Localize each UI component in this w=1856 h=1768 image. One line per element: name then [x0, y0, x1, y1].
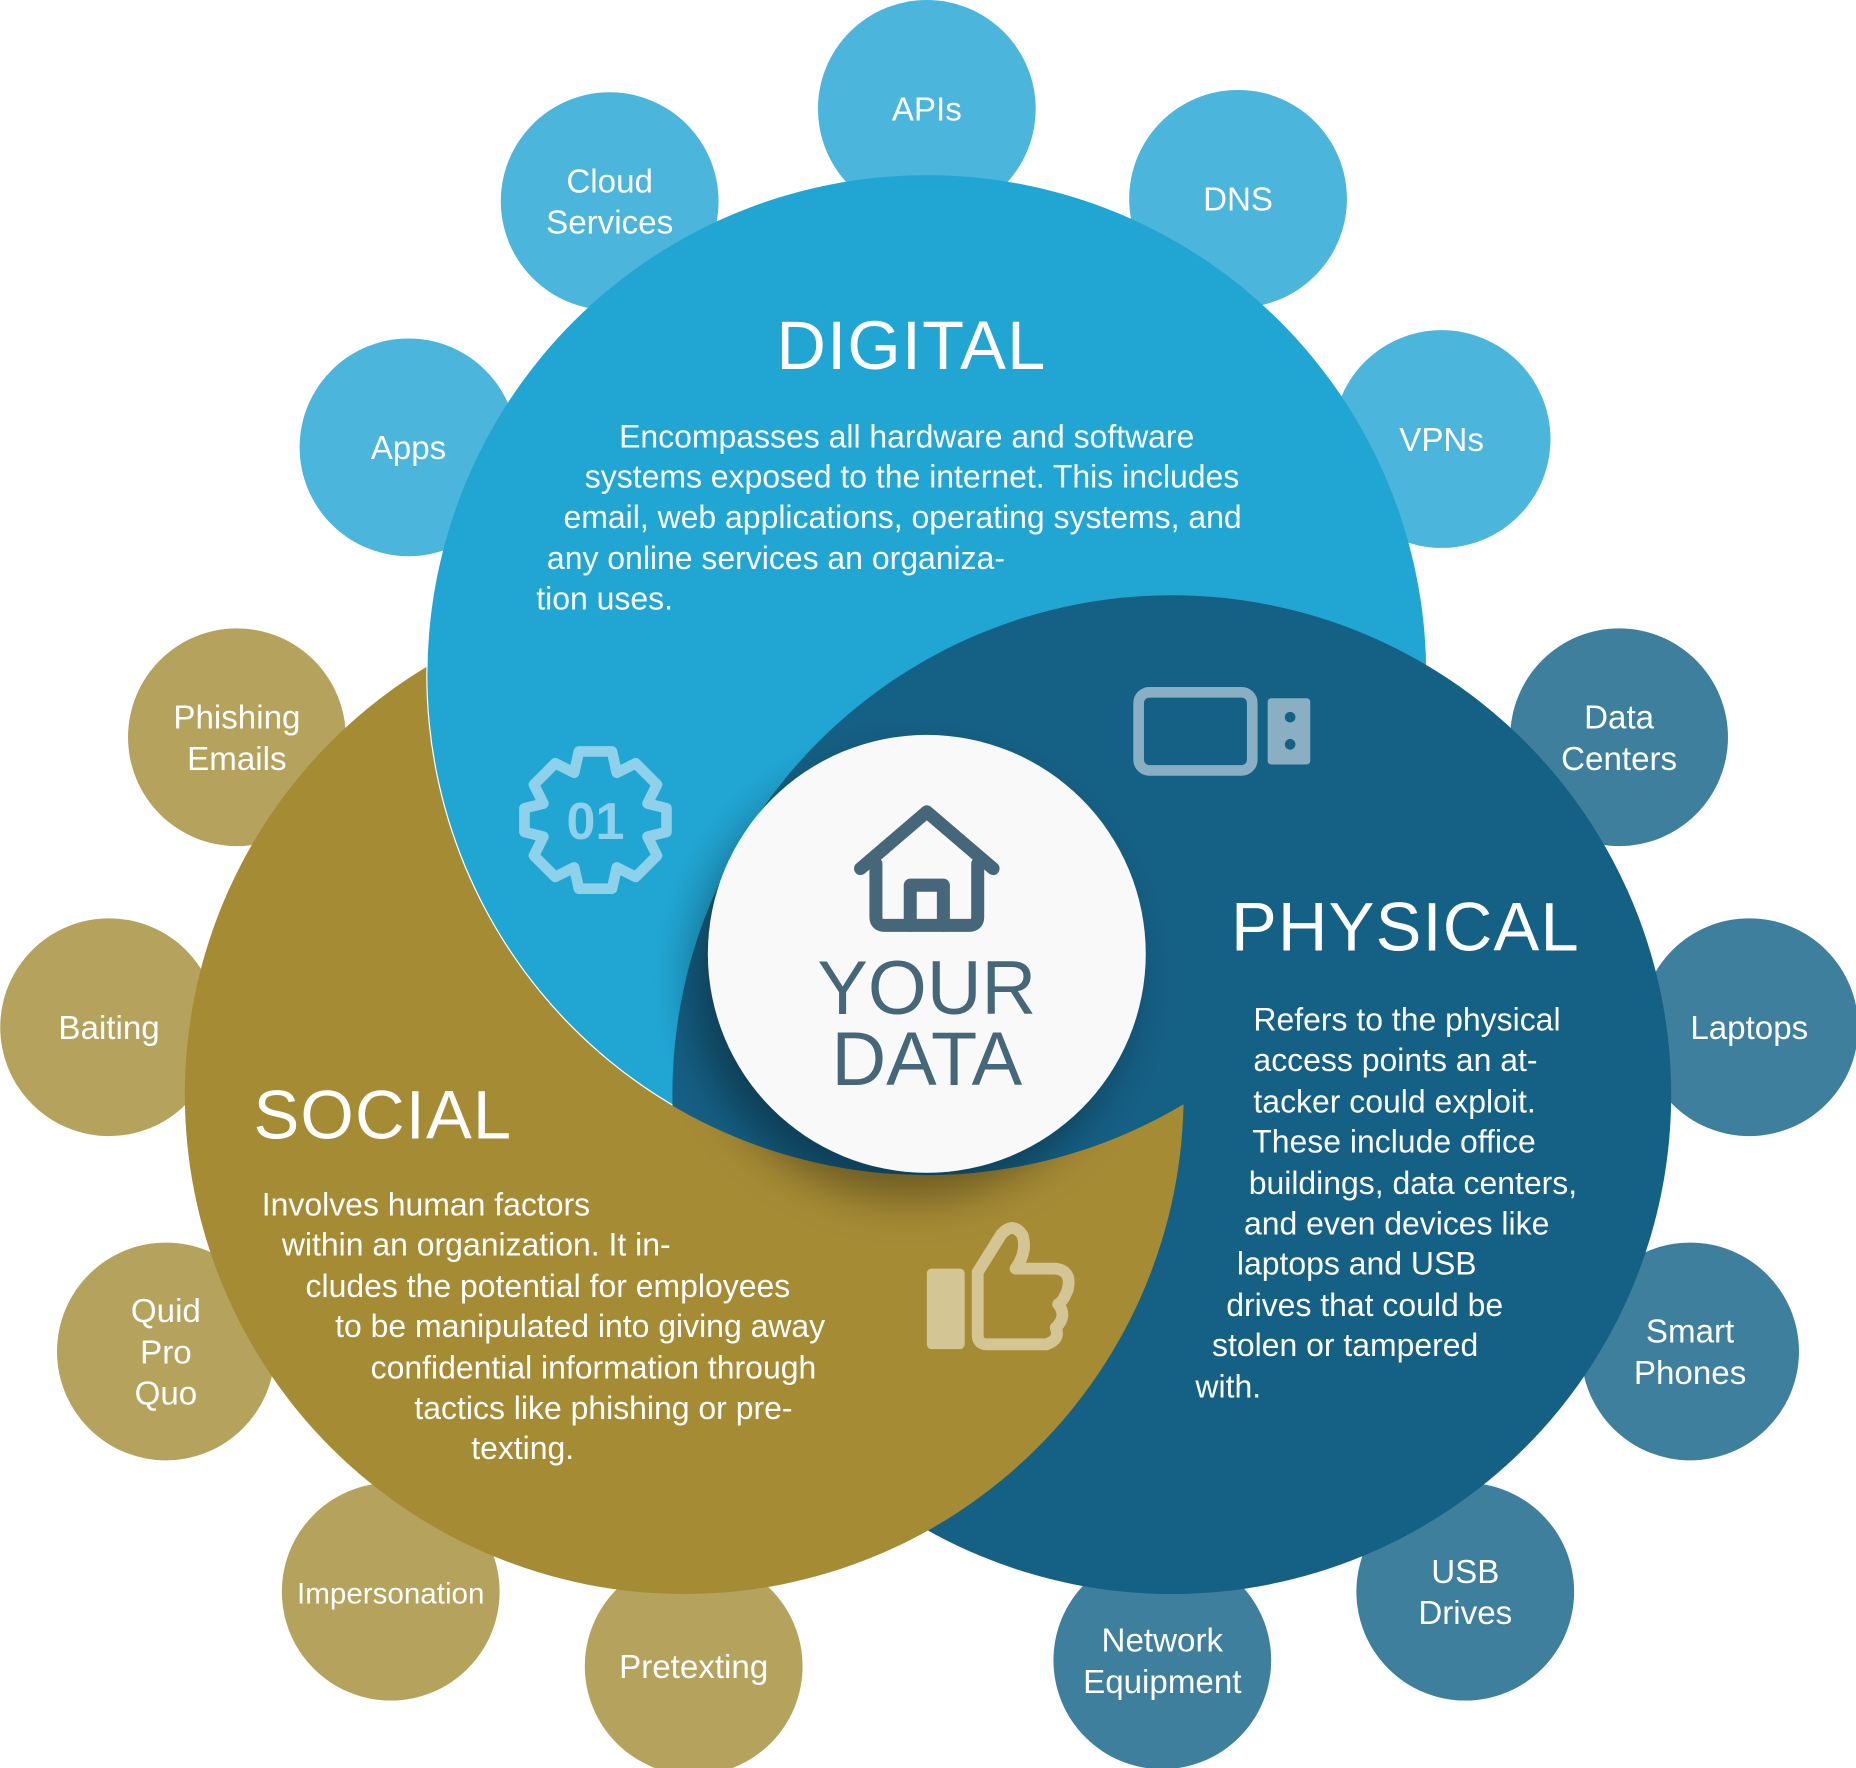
digital-title: DIGITAL — [776, 307, 1046, 384]
item-label: Laptops — [1690, 1010, 1808, 1047]
text-line: tacker could exploit. — [1253, 1083, 1535, 1119]
item-label: Emails — [187, 741, 286, 778]
item-label: Phones — [1634, 1355, 1746, 1392]
item-label: Pretexting — [619, 1649, 768, 1686]
item-label: Baiting — [58, 1010, 159, 1047]
item-label: Phishing — [173, 699, 300, 736]
physical-item: Laptops — [1640, 918, 1856, 1137]
text-line: within an organization. It in- — [281, 1227, 671, 1263]
text-line: Encompasses all hardware and software — [619, 418, 1194, 454]
item-label: Centers — [1561, 741, 1677, 778]
item-label: APIs — [892, 92, 962, 129]
text-line: access points an at- — [1253, 1042, 1537, 1078]
text-line: to be manipulated into giving away — [335, 1308, 825, 1344]
text-line: any online services an organiza- — [547, 540, 1005, 576]
item-label: USB — [1431, 1554, 1499, 1591]
item-label: Pro — [140, 1334, 192, 1371]
text-line: and even devices like — [1244, 1205, 1549, 1241]
text-line: buildings, data centers, — [1249, 1165, 1577, 1201]
item-label: DNS — [1203, 182, 1273, 219]
text-line: tactics like phishing or pre- — [414, 1390, 792, 1426]
text-line: stolen or tampered — [1212, 1327, 1478, 1363]
text-line: confidential information through — [371, 1350, 817, 1386]
text-line: with. — [1194, 1369, 1261, 1405]
item-label: Quo — [135, 1376, 198, 1413]
text-line: cludes the potential for employees — [306, 1268, 791, 1304]
item-label: Quid — [131, 1293, 201, 1330]
text-line: systems exposed to the internet. This in… — [585, 459, 1239, 495]
text-line: drives that could be — [1226, 1287, 1503, 1323]
item-label: Equipment — [1083, 1664, 1241, 1701]
attack-surface-diagram: APIs DNS VPNs Cloud Services Apps Data Centers L… — [0, 0, 1856, 1768]
item-label: Network — [1102, 1622, 1224, 1659]
text-line: Refers to the physical — [1253, 1002, 1560, 1038]
text-line: email, web applications, operating syste… — [564, 499, 1242, 535]
item-label: Services — [546, 205, 673, 242]
text-line: tion uses. — [536, 580, 673, 616]
item-label: Apps — [371, 430, 447, 467]
item-label: Data — [1584, 699, 1655, 736]
gear-icon-number: 01 — [567, 793, 625, 851]
item-label: VPNs — [1399, 422, 1484, 459]
text-line: laptops and USB — [1237, 1246, 1477, 1282]
item-label: Drives — [1418, 1595, 1512, 1632]
item-label: Smart — [1646, 1314, 1734, 1351]
text-line: Involves human factors — [262, 1186, 590, 1222]
item-label: Impersonation — [297, 1578, 484, 1611]
text-line: texting. — [471, 1430, 574, 1466]
physical-title: PHYSICAL — [1231, 888, 1580, 965]
text-line: These include office — [1252, 1124, 1535, 1160]
center-line-2: DATA — [831, 1017, 1022, 1102]
item-label: Cloud — [566, 163, 653, 200]
your-data-center: YOUR DATA — [707, 734, 1146, 1173]
social-title: SOCIAL — [253, 1076, 512, 1153]
